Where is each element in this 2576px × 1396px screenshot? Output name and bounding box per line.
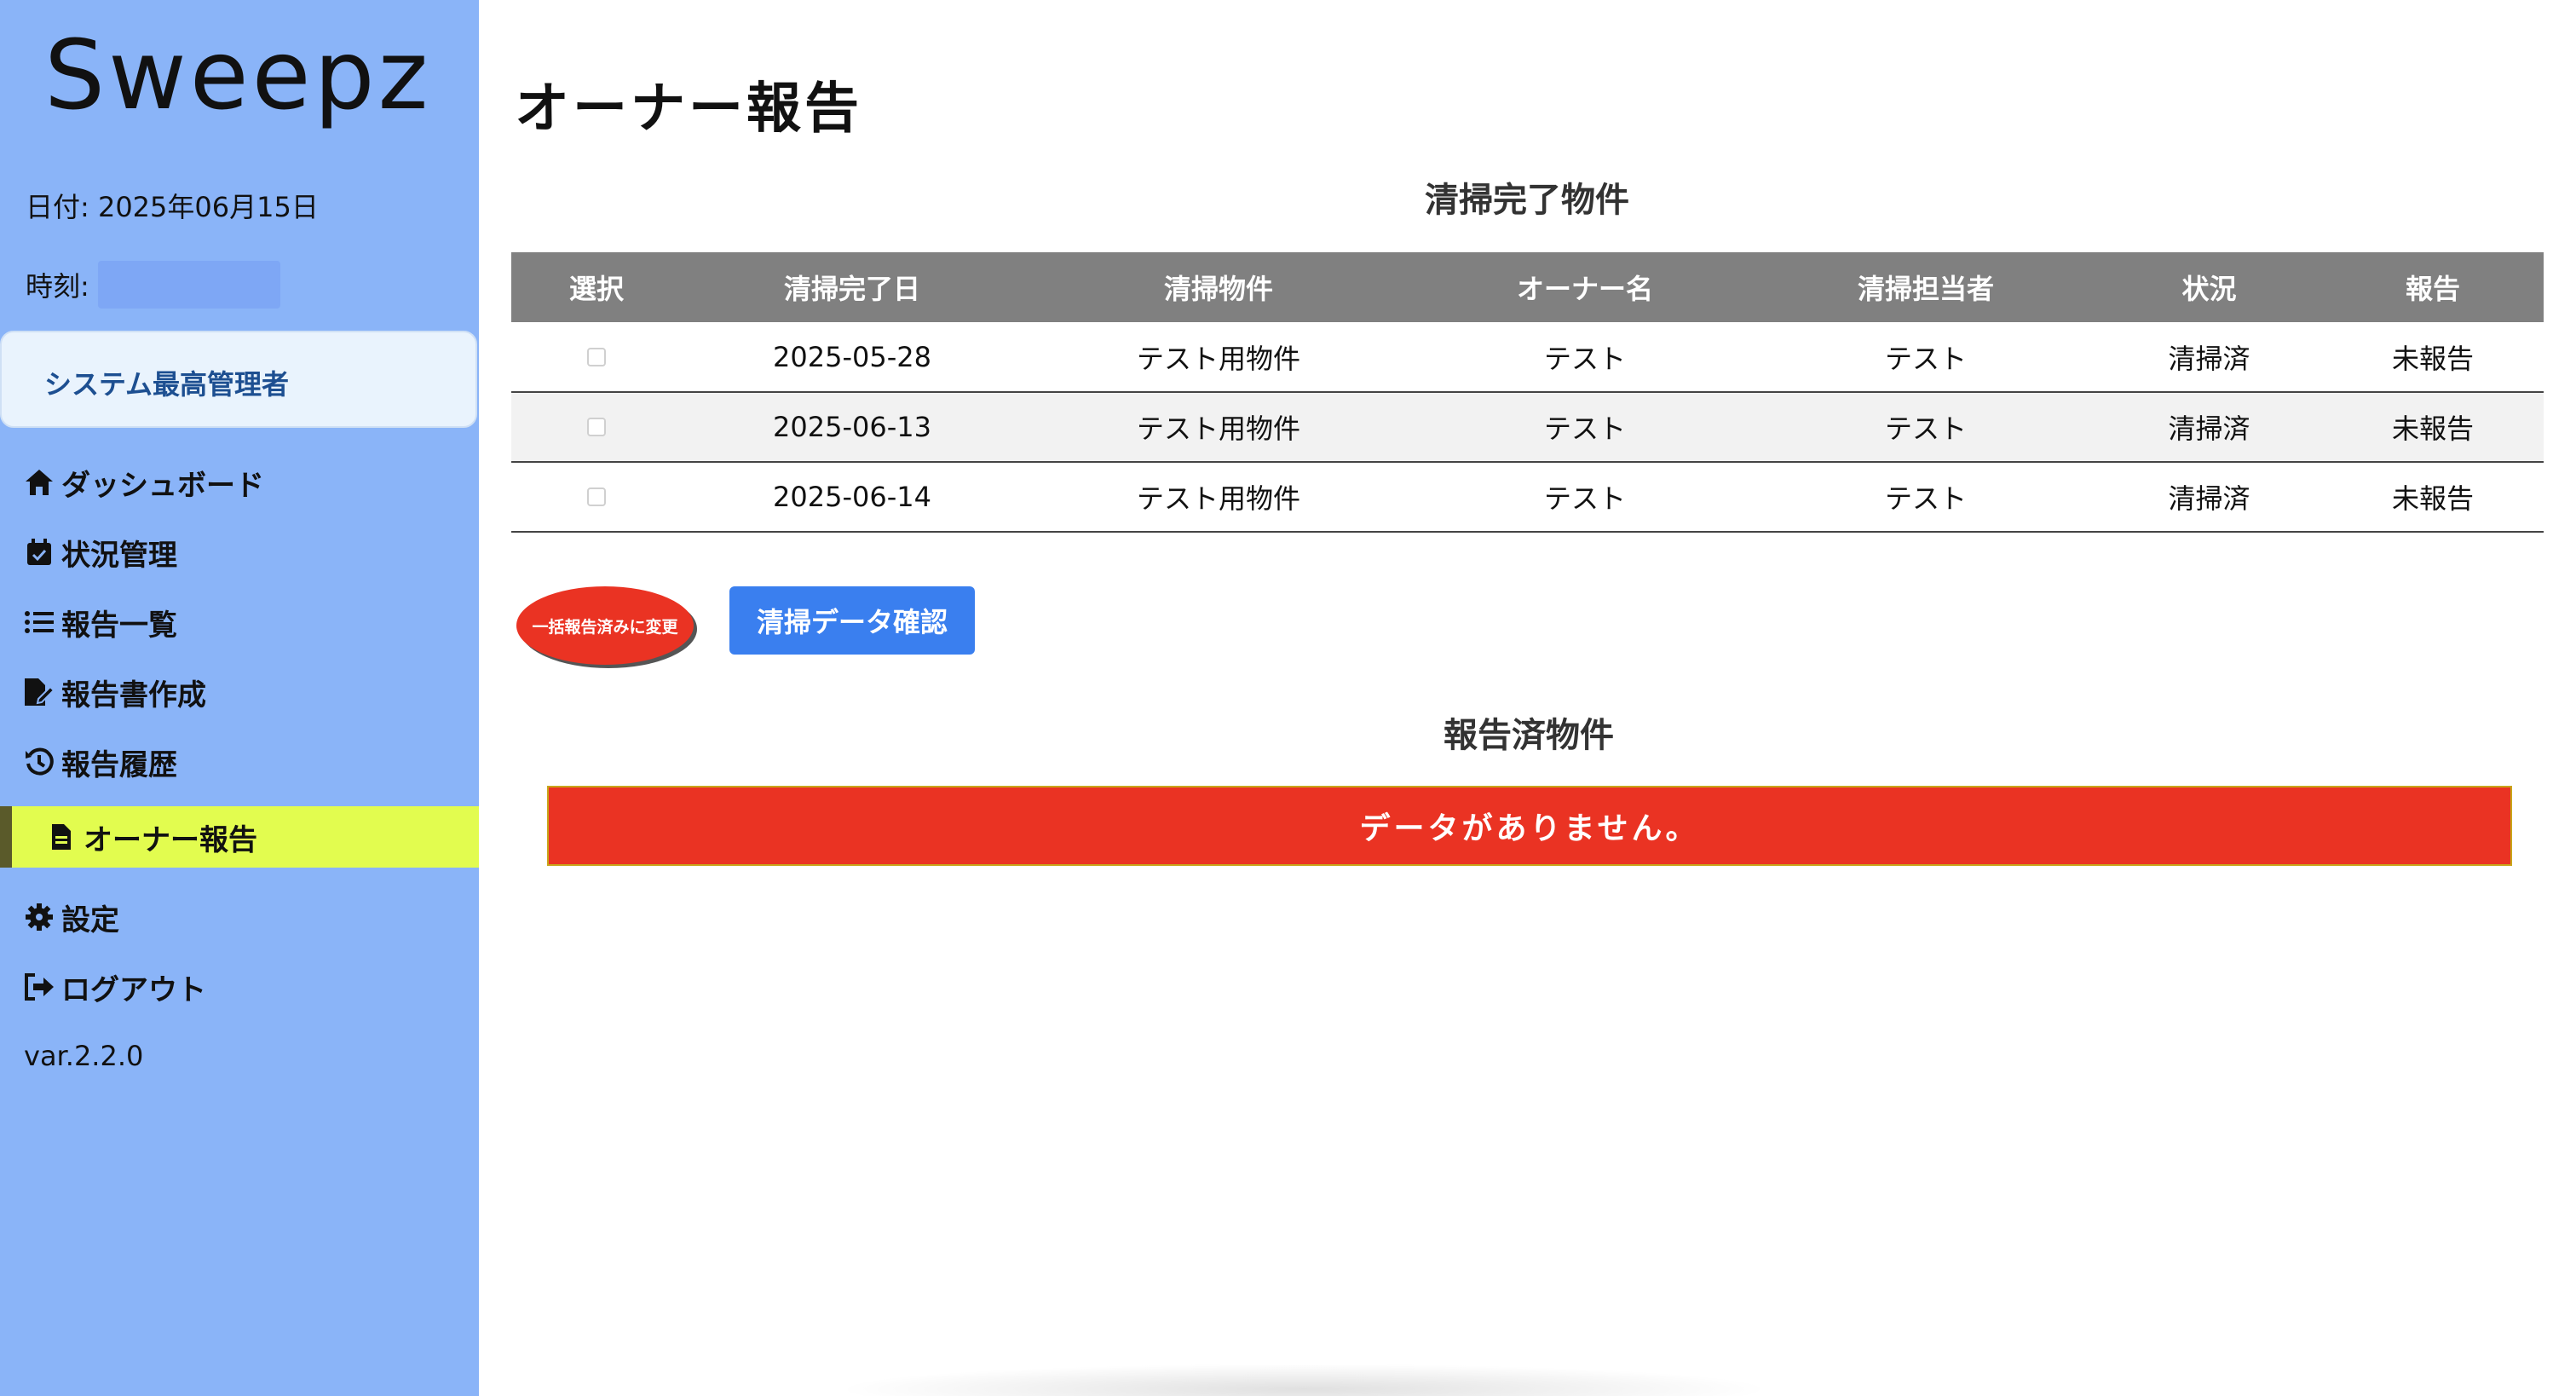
completed-properties-table: 選択 清掃完了日 清掃物件 オーナー名 清掃担当者 状況 報告 2025-05-… <box>511 252 2544 533</box>
cell-staff: テスト <box>1755 322 2096 393</box>
nav-settings-label: 設定 <box>61 903 119 937</box>
cell-report: 未報告 <box>2322 462 2544 533</box>
file-edit-icon <box>22 675 56 709</box>
cell-date: 2025-06-13 <box>682 392 1023 463</box>
app-logo: Sweepz <box>44 20 432 131</box>
cell-owner: テスト <box>1415 462 1755 533</box>
cell-staff: テスト <box>1755 392 2096 463</box>
gear-icon <box>22 900 56 934</box>
no-data-alert: データがありません。 <box>547 786 2512 866</box>
header-staff: 清掃担当者 <box>1755 252 2096 322</box>
nav-report-history[interactable]: 報告履歴 <box>22 736 177 787</box>
time-label: 時刻: <box>26 270 89 303</box>
table-row: 2025-06-13 テスト用物件 テスト テスト 清掃済 未報告 <box>511 392 2544 463</box>
table-header-row: 選択 清掃完了日 清掃物件 オーナー名 清掃担当者 状況 報告 <box>511 252 2544 322</box>
current-time: 時刻: <box>26 261 280 309</box>
cell-report: 未報告 <box>2322 392 2544 463</box>
cell-property: テスト用物件 <box>1023 462 1415 533</box>
header-select: 選択 <box>511 252 682 322</box>
row-checkbox[interactable] <box>587 347 606 366</box>
app-version: var.2.2.0 <box>24 1040 144 1072</box>
time-value-redacted <box>97 261 280 309</box>
calendar-check-icon <box>22 535 56 569</box>
nav-report-create[interactable]: 報告書作成 <box>22 666 206 718</box>
nav-report-list-label: 報告一覧 <box>61 608 177 643</box>
file-icon <box>44 820 78 854</box>
cell-report: 未報告 <box>2322 322 2544 393</box>
cell-property: テスト用物件 <box>1023 322 1415 393</box>
row-select-cell <box>511 462 682 533</box>
cell-status: 清掃済 <box>2096 392 2322 463</box>
home-icon <box>22 465 56 499</box>
nav-dashboard-label: ダッシュボード <box>61 468 264 503</box>
row-checkbox[interactable] <box>587 418 606 436</box>
current-date: 日付: 2025年06月15日 <box>26 191 319 223</box>
reported-section-title: 報告済物件 <box>1444 716 1614 755</box>
header-cleaning-date: 清掃完了日 <box>682 252 1023 322</box>
cell-owner: テスト <box>1415 322 1755 393</box>
row-select-cell <box>511 322 682 393</box>
cell-owner: テスト <box>1415 392 1755 463</box>
bulk-mark-reported-button[interactable]: 一括報告済みに変更 <box>516 586 694 665</box>
header-report: 報告 <box>2322 252 2544 322</box>
bottom-shadow <box>835 1364 1772 1396</box>
nav-status-management-label: 状況管理 <box>61 538 177 573</box>
cell-property: テスト用物件 <box>1023 392 1415 463</box>
table-row: 2025-05-28 テスト用物件 テスト テスト 清掃済 未報告 <box>511 322 2544 393</box>
nav-report-create-label: 報告書作成 <box>61 678 206 712</box>
row-select-cell <box>511 392 682 463</box>
history-icon <box>22 745 56 779</box>
header-status: 状況 <box>2096 252 2322 322</box>
cell-status: 清掃済 <box>2096 462 2322 533</box>
nav-logout[interactable]: ログアウト <box>22 961 206 1012</box>
list-icon <box>22 605 56 639</box>
nav-report-history-label: 報告履歴 <box>61 747 177 782</box>
nav-owner-report[interactable]: オーナー報告 <box>44 811 257 862</box>
nav-settings[interactable]: 設定 <box>22 891 119 943</box>
cell-staff: テスト <box>1755 462 2096 533</box>
cell-date: 2025-05-28 <box>682 322 1023 393</box>
sidebar: Sweepz 日付: 2025年06月15日 時刻: システム最高管理者 ダッシ… <box>0 0 479 1396</box>
confirm-cleaning-data-button[interactable]: 清掃データ確認 <box>729 586 975 655</box>
logout-icon <box>22 970 56 1004</box>
cell-status: 清掃済 <box>2096 322 2322 393</box>
nav-report-list[interactable]: 報告一覧 <box>22 597 177 648</box>
header-property: 清掃物件 <box>1023 252 1415 322</box>
user-role: システム最高管理者 <box>44 368 290 401</box>
nav-owner-report-label: オーナー報告 <box>84 822 257 857</box>
header-owner: オーナー名 <box>1415 252 1755 322</box>
page-title: オーナー報告 <box>515 78 862 141</box>
cell-date: 2025-06-14 <box>682 462 1023 533</box>
nav-logout-label: ログアウト <box>61 972 206 1007</box>
completed-section-title: 清掃完了物件 <box>1425 181 1629 220</box>
user-role-card: システム最高管理者 <box>0 331 477 428</box>
nav-dashboard[interactable]: ダッシュボード <box>22 457 264 508</box>
table-row: 2025-06-14 テスト用物件 テスト テスト 清掃済 未報告 <box>511 462 2544 533</box>
nav-status-management[interactable]: 状況管理 <box>22 527 177 578</box>
row-checkbox[interactable] <box>587 487 606 506</box>
